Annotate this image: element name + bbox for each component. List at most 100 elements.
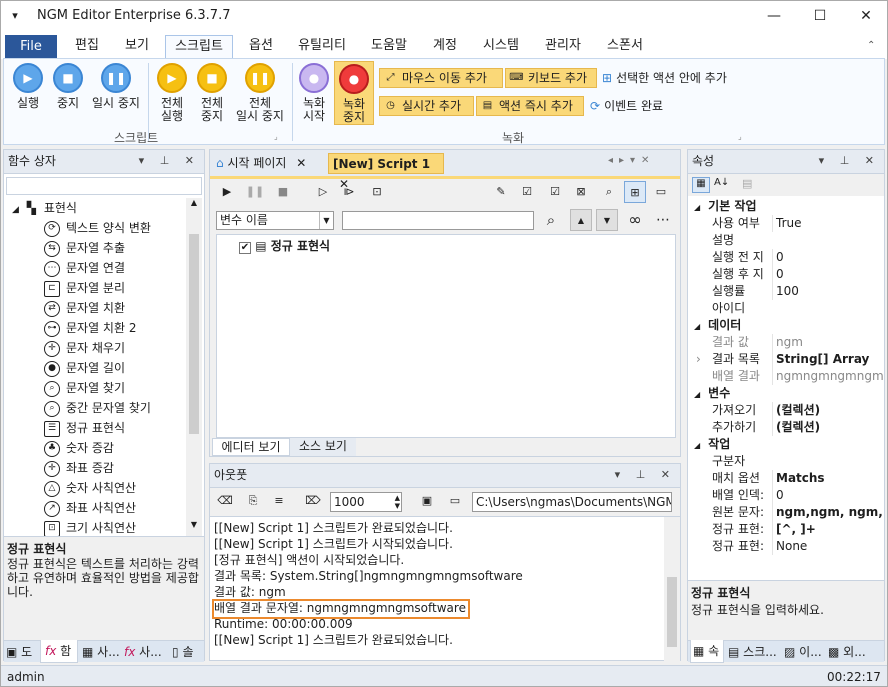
event-done-button[interactable]: ⟳ 이벤트 완료 <box>590 97 663 115</box>
property-value[interactable]: (컬렉션) <box>772 402 884 419</box>
panel-controls-icon[interactable]: ▾ ⊥ ✕ <box>139 150 200 172</box>
property-category[interactable]: ◢ 변수 <box>688 385 884 402</box>
search-icon[interactable]: ⌕ <box>540 209 562 231</box>
property-row[interactable]: 매치 옵션 Matchs <box>688 470 884 487</box>
property-row[interactable]: 추가하기 (컬렉션) <box>688 419 884 436</box>
tab-properties[interactable]: ▦ 속 <box>690 640 724 663</box>
property-value[interactable]: 0 <box>772 266 884 283</box>
tab-edit[interactable]: 편집 <box>65 35 109 58</box>
property-category[interactable]: ◢ 데이터 <box>688 317 884 334</box>
minimize-icon[interactable]: — <box>751 1 797 32</box>
property-row[interactable]: › 결과 목록 String[] Array <box>688 351 884 368</box>
infinity-icon[interactable]: ∞ <box>624 209 646 231</box>
property-row[interactable]: 정규 표현: [^, ]+ <box>688 521 884 538</box>
chevron-down-icon[interactable]: ▼ <box>319 212 333 229</box>
pause-button[interactable]: ❚❚ 일시 중지 <box>88 63 144 110</box>
collapse-ribbon-icon[interactable]: ⌃ <box>867 40 875 51</box>
property-row[interactable]: 구분자 <box>688 453 884 470</box>
spin-arrows-icon[interactable]: ▲ ▼ <box>395 494 400 510</box>
checkbox-checked-icon[interactable]: ✔ <box>239 242 251 254</box>
record-start-button[interactable]: ● 녹화 시작 <box>296 63 332 123</box>
function-item[interactable]: ☰ 정규 표현식 <box>44 418 125 438</box>
property-row[interactable]: 실행률 100 <box>688 283 884 300</box>
collapse-icon[interactable]: ◢ <box>12 205 19 215</box>
function-item[interactable]: ⊶ 문자열 치환 2 <box>44 318 136 338</box>
add-mouse-move-button[interactable]: ⤢ 마우스 이동 추가 <box>379 68 503 88</box>
monitor-icon[interactable]: ▭ <box>650 181 672 203</box>
record-stop-button[interactable]: ● 녹화 중지 <box>334 61 374 125</box>
property-value[interactable]: 0 <box>772 487 884 504</box>
tab-user[interactable]: ▦ 사... <box>82 641 120 663</box>
tab-toolbox[interactable]: ▣ 도 <box>6 641 32 663</box>
scroll-thumb[interactable] <box>189 234 199 434</box>
run-action-now-button[interactable]: ▤ 액션 즉시 추가 <box>476 96 584 116</box>
property-value[interactable]: ngmngmngmngmso <box>772 368 884 385</box>
property-row[interactable]: 정규 표현: None <box>688 538 884 555</box>
move-down-icon[interactable]: ▼ <box>596 209 618 231</box>
function-item[interactable]: ⇆ 문자열 추출 <box>44 238 125 258</box>
stop-button[interactable]: ■ 중지 <box>48 63 88 110</box>
move-up-icon[interactable]: ▲ <box>570 209 592 231</box>
property-row[interactable]: 사용 여부 True <box>688 215 884 232</box>
scroll-thumb[interactable] <box>667 577 677 647</box>
stop-icon[interactable]: ■ <box>272 181 294 203</box>
add-keyboard-button[interactable]: ⌨ 키보드 추가 <box>505 68 597 88</box>
tab-help[interactable]: 도움말 <box>361 35 417 58</box>
search-icon[interactable]: ⌕ <box>598 181 620 203</box>
property-value[interactable]: (컬렉션) <box>772 419 884 436</box>
function-item[interactable]: ⋯ 문자열 연결 <box>44 258 125 278</box>
function-item[interactable]: ✛ 문자 채우기 <box>44 338 125 358</box>
property-row[interactable]: 배열 인덱: 0 <box>688 487 884 504</box>
variable-select[interactable]: 변수 이름 ▼ <box>216 211 334 230</box>
panel-controls-icon[interactable]: ▾ ⊥ ✕ <box>819 150 880 172</box>
property-value[interactable]: True <box>772 215 884 232</box>
editor-view-tab[interactable]: 에디터 보기 <box>212 438 290 456</box>
property-row[interactable]: 원본 문자: ngm,ngm, ngm, n <box>688 504 884 521</box>
function-item[interactable]: ⊡ 크기 사칙연산 <box>44 518 136 536</box>
sort-alpha-icon[interactable]: A↓ <box>714 177 729 188</box>
function-item[interactable]: ⊏ 문자열 분리 <box>44 278 125 298</box>
scroll-up-icon[interactable]: ▲ <box>186 198 202 212</box>
property-row[interactable]: 설명 <box>688 232 884 249</box>
tab-script[interactable]: 스크립트 <box>165 35 233 58</box>
add-realtime-button[interactable]: ◷ 실시간 추가 <box>379 96 474 116</box>
tab-options[interactable]: 옵션 <box>239 35 283 58</box>
property-value[interactable]: 0 <box>772 249 884 266</box>
property-row[interactable]: 결과 값 ngm <box>688 334 884 351</box>
tree-category[interactable]: ◢ ▚ 표현식 <box>12 198 77 218</box>
folder-icon[interactable]: ▭ <box>444 490 466 512</box>
function-item[interactable]: ⌕ 중간 문자열 찾기 <box>44 398 151 418</box>
check-icon[interactable]: ☑ <box>544 181 566 203</box>
pause-all-button[interactable]: ❚❚ 전체 일시 중지 <box>232 63 288 123</box>
categorized-icon[interactable]: ▦ <box>692 177 710 193</box>
tab-account[interactable]: 계정 <box>423 35 467 58</box>
edit-icon[interactable]: ✎ <box>490 181 512 203</box>
run-all-button[interactable]: ▶ 전체 실행 <box>152 63 192 123</box>
function-search-input[interactable] <box>6 177 202 195</box>
maximize-icon[interactable]: ☐ <box>797 1 843 32</box>
property-value[interactable]: ngm,ngm, ngm, n <box>772 504 884 521</box>
property-value[interactable]: Matchs <box>772 470 884 487</box>
tab-images[interactable]: ▨ 이... <box>784 641 822 663</box>
tab-utility[interactable]: 유틸리티 <box>289 35 355 58</box>
property-row[interactable]: 실행 후 지 0 <box>688 266 884 283</box>
variable-search-input[interactable] <box>342 211 534 230</box>
tab-view[interactable]: 보기 <box>115 35 159 58</box>
function-item[interactable]: ⟳ 텍스트 양식 변환 <box>44 218 151 238</box>
tab-sponsor[interactable]: 스폰서 <box>597 35 653 58</box>
dialog-launcher-icon[interactable]: ⌟ <box>274 132 278 141</box>
collapse-icon[interactable]: ◢ <box>694 441 700 450</box>
property-row[interactable]: 실행 전 지 0 <box>688 249 884 266</box>
max-lines-input[interactable]: 1000 ▲ ▼ <box>330 492 402 512</box>
property-value[interactable]: None <box>772 538 884 555</box>
run-button[interactable]: ▶ 실행 <box>8 63 48 110</box>
collapse-icon[interactable]: ◢ <box>694 203 700 212</box>
lines-icon[interactable]: ≡ <box>268 490 290 512</box>
run-selected-icon[interactable]: ⊡ <box>366 181 388 203</box>
collapse-icon[interactable]: ◢ <box>694 322 700 331</box>
property-value[interactable]: ngm <box>772 334 884 351</box>
function-item[interactable]: ⇄ 문자열 치환 <box>44 298 125 318</box>
save-icon[interactable]: ▣ <box>416 490 438 512</box>
step-icon[interactable]: ▷ <box>312 181 334 203</box>
more-icon[interactable]: ⋯ <box>652 209 674 231</box>
